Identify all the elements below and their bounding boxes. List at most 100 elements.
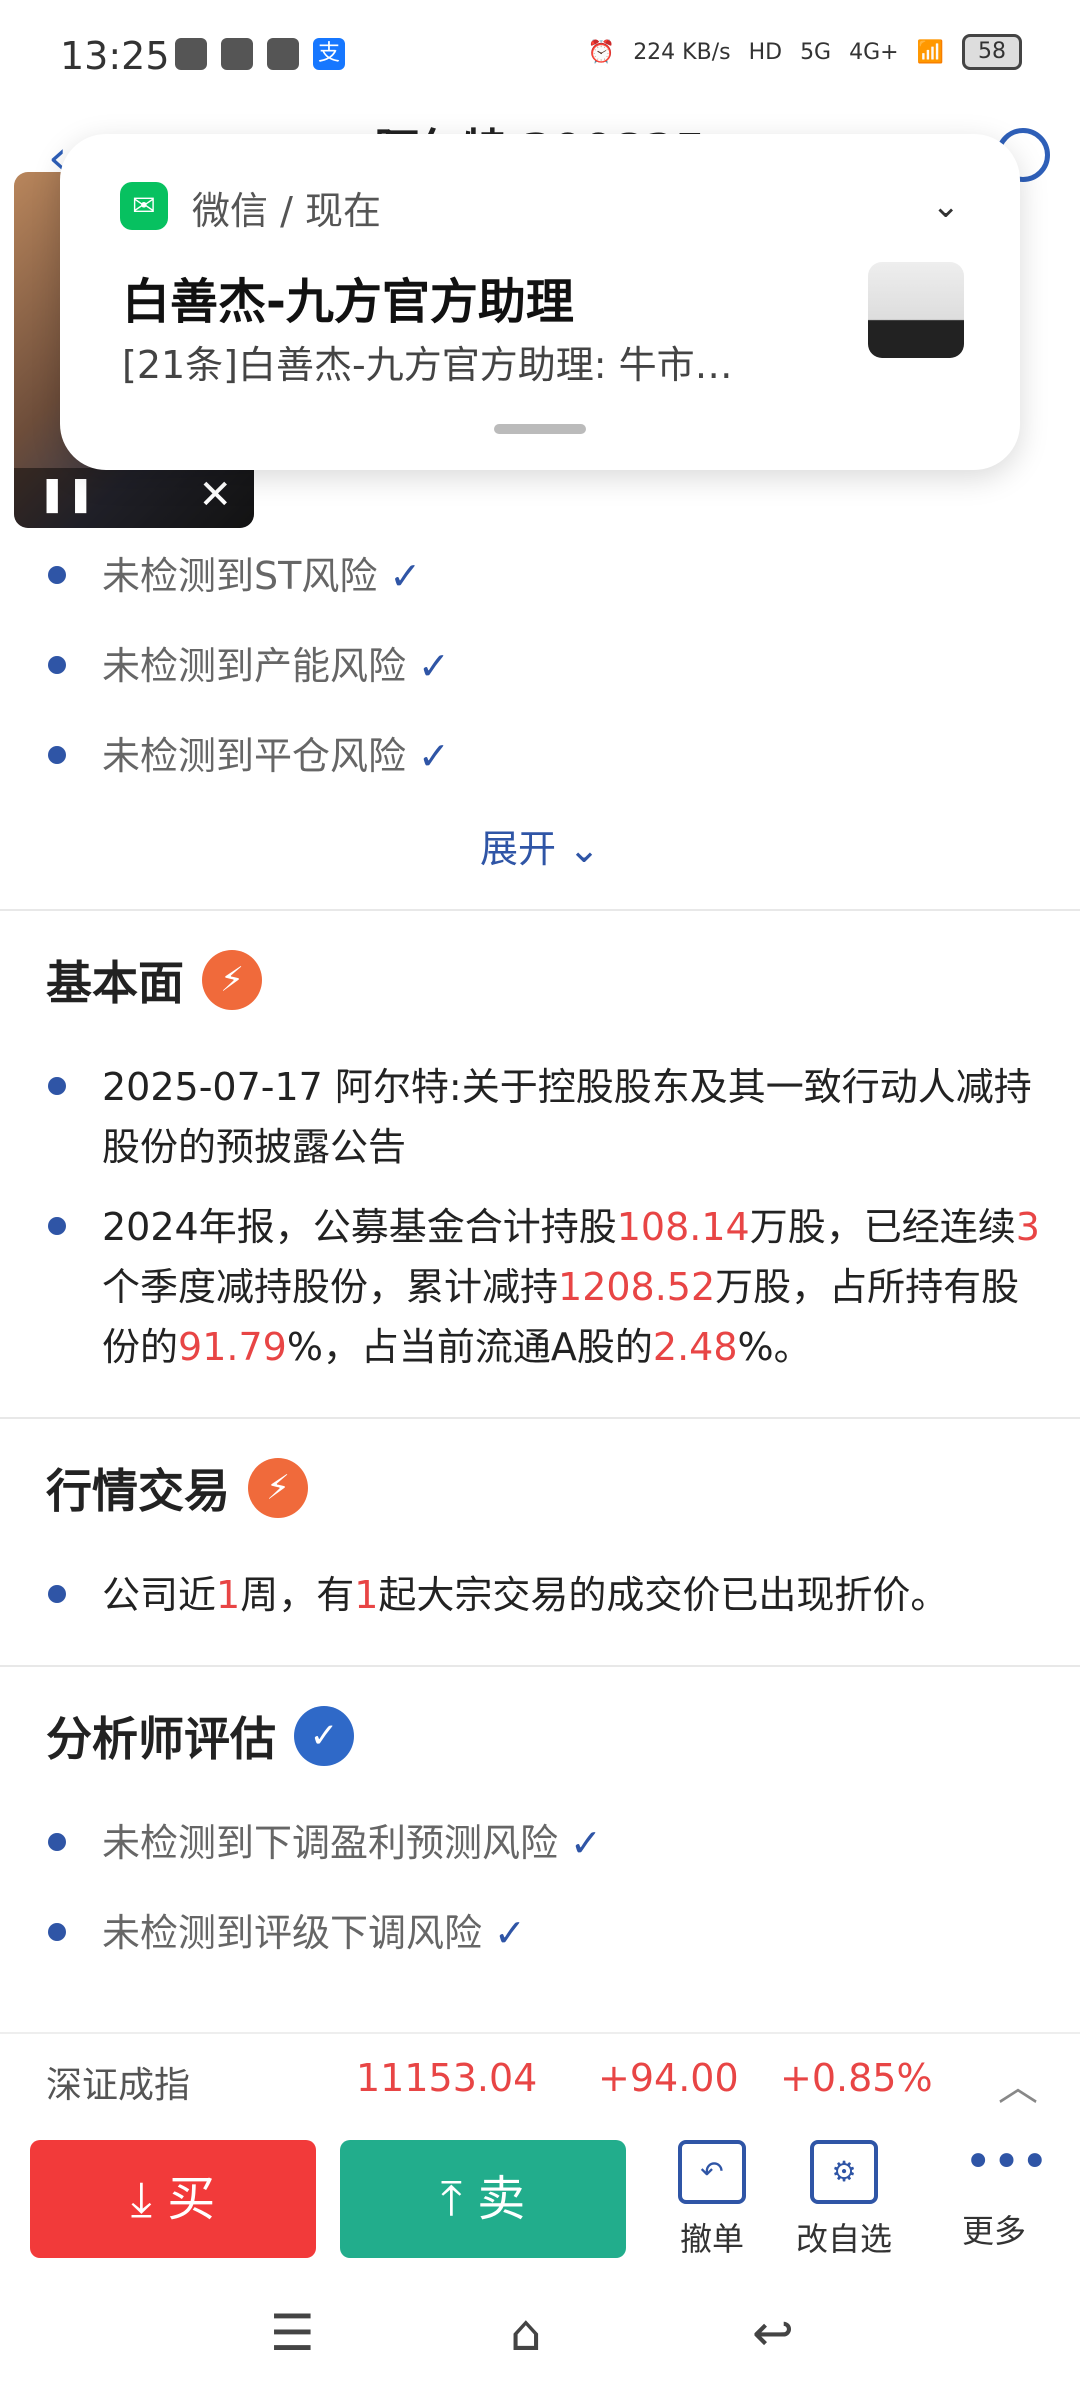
risk-item-label: 未检测到平仓风险 <box>102 734 407 778</box>
risk-item-liquidation: 未检测到平仓风险 ✓ <box>0 726 1080 786</box>
section-fundamentals: 基本面 ⚡ <box>0 947 1080 1013</box>
risk-item-label: 未检测到ST风险 <box>102 554 378 598</box>
divider <box>0 1417 1080 1419</box>
sell-button[interactable]: ⤒ 卖 <box>340 2140 626 2258</box>
hd-icon: HD <box>748 39 783 65</box>
sell-icon: ⤒ <box>440 2171 462 2227</box>
wechat-work-icon <box>175 38 207 70</box>
text: 2024年报，公募基金合计持股 <box>102 1205 617 1249</box>
drag-handle[interactable] <box>494 424 586 434</box>
watchlist-edit-icon: ⚙ <box>810 2140 878 2204</box>
wechat-notification[interactable]: ✉ 微信 / 现在 ⌄ 白善杰-九方官方助理 [21条]白善杰-九方官方助理: … <box>60 134 1020 470</box>
risk-item-label: 未检测到评级下调风险 <box>102 1911 483 1955</box>
section-trading: 行情交易 ⚡ <box>0 1455 1080 1521</box>
divider <box>0 909 1080 911</box>
value: 3 <box>1015 1205 1040 1249</box>
status-time: 13:25 <box>60 34 170 78</box>
chevron-down-icon: ⌄ <box>568 827 600 871</box>
notification-time: 现在 <box>304 189 381 233</box>
text: %，占当前流通A股的 <box>286 1325 653 1369</box>
check-icon: ✓ <box>389 554 422 598</box>
edit-watchlist-button[interactable]: ⚙ 改自选 <box>784 2140 904 2260</box>
avatar <box>868 262 964 358</box>
fundamentals-item-fund-holding: 2024年报，公募基金合计持股108.14万股，已经连续3 个季度减持股份，累计减… <box>0 1197 1080 1377</box>
back-nav-icon[interactable]: ↩ <box>752 2304 794 2362</box>
index-quote-bar[interactable]: 深证成指 11153.04 +94.00 +0.85% ︿ <box>0 2032 1080 2124</box>
app-icon <box>267 38 299 70</box>
notification-message: [21条]白善杰-九方官方助理: 牛市… <box>122 343 733 387</box>
announcement-text: 2025-07-17 阿尔特:关于控股股东及其一致行动人减持股份的预披露公告 <box>102 1065 1032 1169</box>
status-indicators: ⏰ 224 KB/s HD 5G 4G+ 📶 58 <box>588 34 1022 70</box>
value: 1 <box>354 1573 379 1617</box>
alert-icon: ⚡ <box>202 950 262 1010</box>
risk-item-st: 未检测到ST风险 ✓ <box>0 546 1080 606</box>
buy-icon: ⤓ <box>130 2171 152 2227</box>
pause-icon[interactable]: ❚❚ <box>38 474 95 514</box>
net-speed: 224 KB/s <box>633 39 731 65</box>
chevron-down-icon[interactable]: ⌄ <box>932 186 961 226</box>
menu-icon[interactable]: ☰ <box>270 2304 315 2362</box>
cancel-order-icon: ↶ <box>678 2140 746 2204</box>
divider <box>0 1665 1080 1667</box>
buy-button[interactable]: ⤓ 买 <box>30 2140 316 2258</box>
shield-icon: ✓ <box>294 1706 354 1766</box>
analyst-item-profit-forecast: 未检测到下调盈利预测风险 ✓ <box>0 1813 1080 1873</box>
signal-5g: 5G <box>800 39 832 65</box>
sell-label: 卖 <box>477 2171 526 2227</box>
index-value: 11153.04 <box>356 2056 538 2100</box>
section-title: 基本面 <box>46 956 184 1010</box>
check-icon: ✓ <box>418 644 450 688</box>
buy-label: 买 <box>167 2171 216 2227</box>
check-icon: ✓ <box>570 1821 602 1865</box>
section-title: 行情交易 <box>46 1464 230 1518</box>
text: %。 <box>737 1325 812 1369</box>
wechat-icon: ✉ <box>120 182 168 230</box>
trade-action-bar: ⤓ 买 ⤒ 卖 ↶ 撤单 ⚙ 改自选 ••• 更多 <box>0 2124 1080 2274</box>
value: 2.48 <box>652 1325 738 1369</box>
value: 108.14 <box>616 1205 750 1249</box>
more-label: 更多 <box>961 2212 1026 2250</box>
value: 1 <box>216 1573 241 1617</box>
notification-sender: 白善杰-九方官方助理 <box>122 274 574 330</box>
check-icon: ✓ <box>494 1911 526 1955</box>
risk-report: 未检测到ST风险 ✓ 未检测到产能风险 ✓ 未检测到平仓风险 ✓ 展开 ⌄ 基本面 ⚡… <box>0 520 1080 1963</box>
index-change: +94.00 <box>598 2056 739 2100</box>
analyst-item-rating: 未检测到评级下调风险 ✓ <box>0 1903 1080 1963</box>
cancel-order-label: 撤单 <box>679 2220 744 2258</box>
expand-button[interactable]: 展开 ⌄ <box>0 818 1080 873</box>
system-navigation-bar: ☰ ⌂ ↩ <box>0 2274 1080 2400</box>
close-icon[interactable]: ✕ <box>198 472 232 518</box>
text: 个季度减持股份，累计减持 <box>102 1265 559 1309</box>
battery-indicator: 58 <box>962 34 1022 70</box>
section-analyst: 分析师评估 ✓ <box>0 1703 1080 1769</box>
signal-4g: 4G+ <box>849 39 899 65</box>
value: 91.79 <box>178 1325 287 1369</box>
expand-label: 展开 <box>480 827 557 871</box>
value: 1208.52 <box>558 1265 716 1309</box>
text: 公司近 <box>102 1573 217 1617</box>
risk-item-capacity: 未检测到产能风险 ✓ <box>0 636 1080 696</box>
home-icon[interactable]: ⌂ <box>510 2304 542 2362</box>
more-button[interactable]: ••• 更多 <box>934 2134 1054 2252</box>
cancel-order-button[interactable]: ↶ 撤单 <box>652 2140 772 2260</box>
fundamentals-item-announcement[interactable]: 2025-07-17 阿尔特:关于控股股东及其一致行动人减持股份的预披露公告 <box>0 1057 1080 1177</box>
check-icon: ✓ <box>418 734 450 778</box>
text: 万股，已经连续 <box>749 1205 1016 1249</box>
section-title: 分析师评估 <box>46 1712 276 1766</box>
index-change-pct: +0.85% <box>780 2056 933 2100</box>
more-icon: ••• <box>964 2134 1049 2190</box>
text: 起大宗交易的成交价已出现折价。 <box>378 1573 949 1617</box>
chat-bubble-icon <box>221 38 253 70</box>
alarm-icon: ⏰ <box>587 39 616 65</box>
status-bar: 13:25 支 ⏰ 224 KB/s HD 5G 4G+ 📶 58 <box>0 0 1080 110</box>
chevron-up-icon[interactable]: ︿ <box>998 2054 1038 2112</box>
alert-icon: ⚡ <box>248 1458 308 1518</box>
risk-item-label: 未检测到下调盈利预测风险 <box>102 1821 559 1865</box>
text: 周，有 <box>240 1573 355 1617</box>
status-notification-icons: 支 <box>175 38 345 70</box>
index-name: 深证成指 <box>46 2065 191 2106</box>
edit-watchlist-label: 改自选 <box>795 2220 892 2258</box>
notification-app-line: 微信 / 现在 <box>192 189 381 233</box>
wifi-icon: 📶 <box>916 39 944 65</box>
trading-item-block-trade: 公司近1周，有1起大宗交易的成交价已出现折价。 <box>0 1565 1080 1625</box>
